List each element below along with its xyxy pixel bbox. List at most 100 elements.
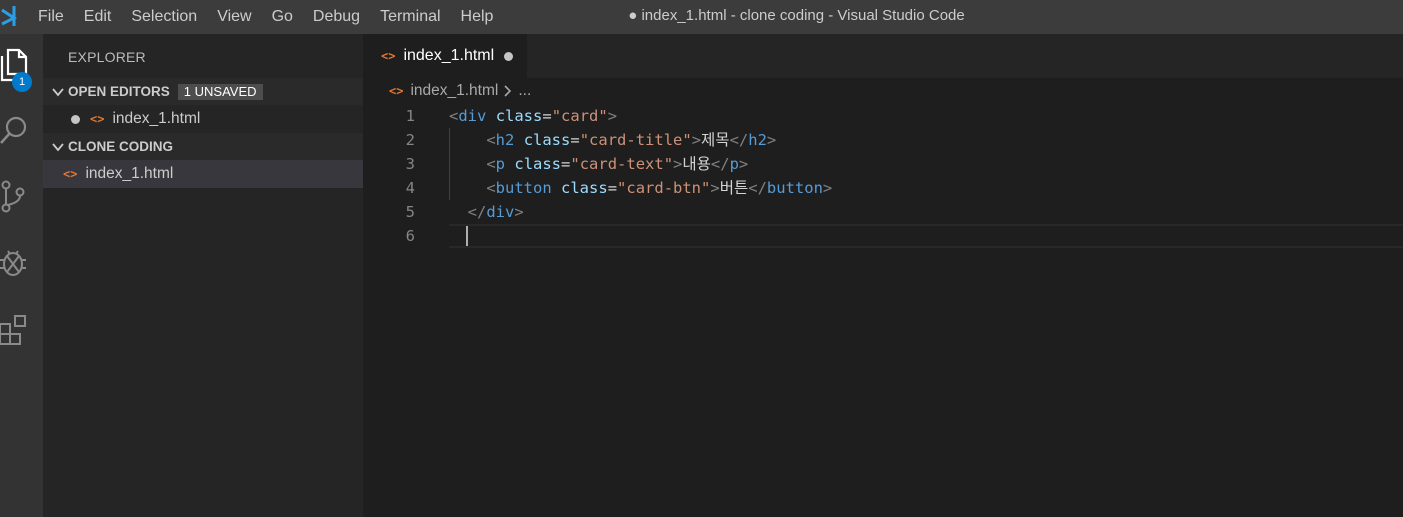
line-number: 1 xyxy=(405,107,415,125)
open-editors-header[interactable]: OPEN EDITORS 1 UNSAVED xyxy=(43,78,363,105)
code-token: class xyxy=(561,179,608,197)
code-token: < xyxy=(449,107,459,125)
code-token: h2 xyxy=(748,131,767,149)
folder-header[interactable]: CLONE CODING xyxy=(43,133,363,160)
text-cursor xyxy=(466,226,468,246)
line-number: 3 xyxy=(405,155,415,173)
code-token: </ xyxy=(748,179,767,197)
debug-icon xyxy=(0,250,26,276)
code-token: p xyxy=(729,155,739,173)
code-token: < xyxy=(486,155,496,173)
code-token: "card-btn" xyxy=(617,179,711,197)
line-number: 6 xyxy=(405,227,415,245)
code-token: class xyxy=(523,131,571,149)
folder-file-item[interactable]: <> index_1.html xyxy=(43,160,363,188)
code-token: 내용 xyxy=(682,155,711,173)
code-token: </ xyxy=(729,131,749,149)
code-token: "card" xyxy=(551,107,608,125)
code-line: 4 <button class="card-btn">버튼</button> xyxy=(363,176,1403,200)
html-file-icon: <> xyxy=(63,167,78,181)
search-icon xyxy=(0,116,27,144)
code-token: 버튼 xyxy=(719,179,749,197)
code-token: 제목 xyxy=(701,131,730,149)
breadcrumb-file[interactable]: index_1.html xyxy=(410,78,498,104)
folder-filename: index_1.html xyxy=(85,165,174,182)
extensions-icon xyxy=(0,315,26,345)
code-token: = xyxy=(542,107,552,125)
code-editor[interactable]: 1 <div class="card"> 2 <h2 class="card-tit… xyxy=(363,104,1403,517)
explorer-badge: 1 xyxy=(12,72,32,92)
breadcrumb-more[interactable]: ... xyxy=(518,78,531,104)
unsaved-badge: 1 UNSAVED xyxy=(177,83,263,100)
code-token: < xyxy=(486,131,496,149)
explorer-sidebar: EXPLORER OPEN EDITORS 1 UNSAVED <> index… xyxy=(43,34,363,517)
code-token: < xyxy=(486,179,496,197)
code-token: class xyxy=(514,155,562,173)
code-token: > xyxy=(514,203,524,221)
code-token: > xyxy=(710,179,720,197)
line-code: <h2 class="card-title">제목</h2> xyxy=(449,128,776,152)
editor-group: <> index_1.html <> index_1.html ... 1 <di… xyxy=(363,34,1403,517)
activity-explorer[interactable]: 1 xyxy=(0,40,43,92)
code-line: 3 <p class="card-text">내용</p> xyxy=(363,152,1403,176)
code-token: </ xyxy=(710,155,730,173)
open-editor-filename: index_1.html xyxy=(112,110,201,127)
tab-bar: <> index_1.html xyxy=(363,34,1403,78)
folder-label: CLONE CODING xyxy=(68,139,174,154)
code-token: > xyxy=(766,131,777,149)
activity-search[interactable] xyxy=(0,106,43,156)
code-token: </ xyxy=(467,203,487,221)
unsaved-dot-icon[interactable] xyxy=(504,51,514,61)
open-editor-item[interactable]: <> index_1.html xyxy=(43,105,363,133)
line-code: </div> xyxy=(449,200,524,224)
source-control-icon xyxy=(1,180,25,213)
unsaved-dot-icon[interactable] xyxy=(71,114,80,124)
activity-source-control[interactable] xyxy=(0,172,43,222)
code-token: button xyxy=(495,179,552,197)
code-token: button xyxy=(766,179,823,197)
code-token: class xyxy=(495,107,543,125)
tab-label: index_1.html xyxy=(403,47,495,64)
window-title: ● index_1.html - clone coding - Visual S… xyxy=(628,7,965,24)
code-line: 6 xyxy=(363,224,1403,248)
open-editors-label: OPEN EDITORS xyxy=(68,84,170,99)
chevron-down-icon xyxy=(52,142,64,151)
code-token: div xyxy=(458,107,487,125)
code-token: p xyxy=(495,155,506,173)
line-code: <div class="card"> xyxy=(449,104,617,128)
code-token: = xyxy=(607,179,618,197)
activity-debug[interactable] xyxy=(0,238,43,288)
code-token: > xyxy=(738,155,749,173)
code-token: = xyxy=(570,131,580,149)
code-line: 1 <div class="card"> xyxy=(363,104,1403,128)
code-token: > xyxy=(673,155,683,173)
chevron-down-icon xyxy=(52,87,64,96)
breadcrumb: <> index_1.html ... xyxy=(363,78,1403,104)
title-bar: File Edit Selection View Go Debug Termin… xyxy=(0,0,1403,34)
code-token: "card-title" xyxy=(579,131,692,149)
code-line: 2 <h2 class="card-title">제목</h2> xyxy=(363,128,1403,152)
activity-extensions[interactable] xyxy=(0,304,43,354)
html-file-icon: <> xyxy=(389,84,404,98)
html-file-icon: <> xyxy=(381,49,396,63)
line-code: <button class="card-btn">버튼</button> xyxy=(449,176,832,200)
code-token: = xyxy=(561,155,571,173)
tab-index-1-html[interactable]: <> index_1.html xyxy=(363,34,527,78)
line-number: 2 xyxy=(405,131,415,149)
chevron-right-icon xyxy=(504,85,512,97)
line-number: 5 xyxy=(405,203,415,221)
html-file-icon: <> xyxy=(90,112,105,126)
sidebar-title: EXPLORER xyxy=(68,49,146,65)
code-token: div xyxy=(486,203,515,221)
line-number: 4 xyxy=(405,179,415,197)
code-token: "card-text" xyxy=(570,155,674,173)
code-token: > xyxy=(607,107,618,125)
code-line: 5 </div> xyxy=(363,200,1403,224)
